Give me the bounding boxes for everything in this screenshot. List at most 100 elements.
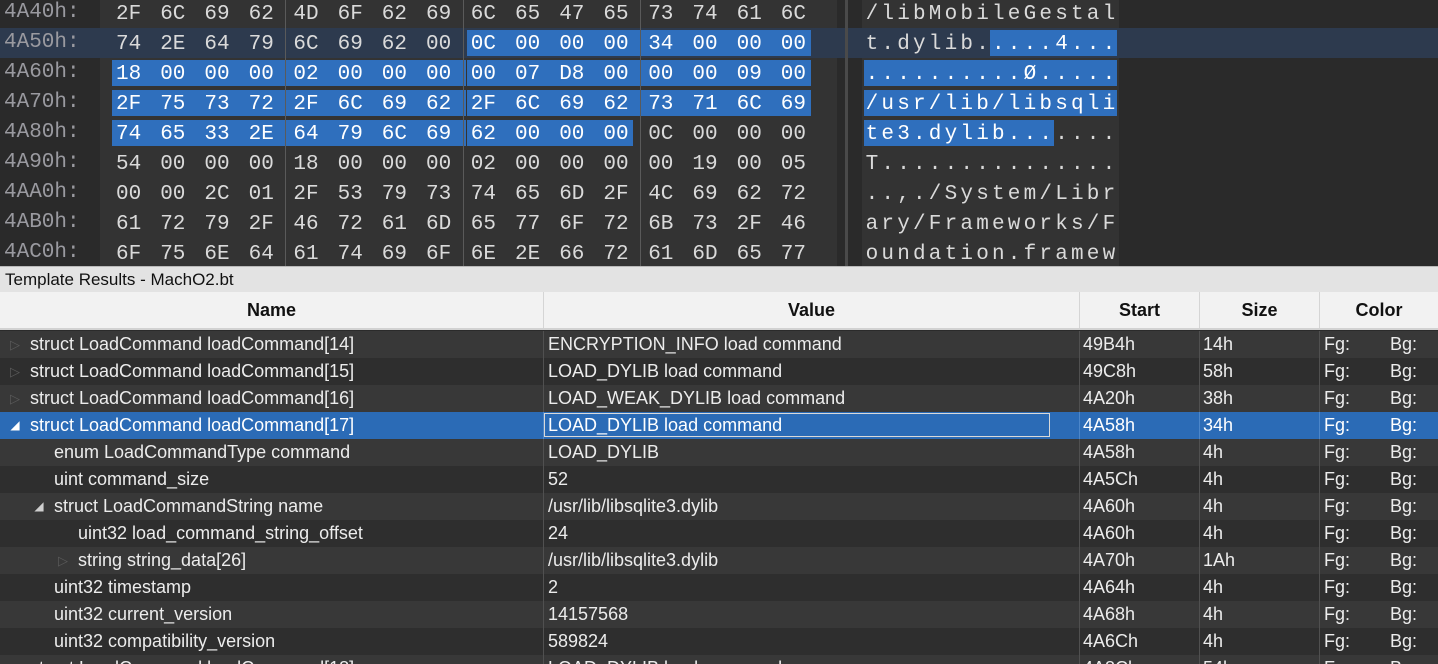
ascii-char[interactable]: . xyxy=(990,30,1007,56)
hex-byte[interactable]: 00 xyxy=(377,60,422,86)
ascii-char[interactable]: i xyxy=(1069,180,1085,206)
hex-byte[interactable]: 73 xyxy=(688,210,722,236)
hex-byte[interactable]: 72 xyxy=(244,90,289,116)
ascii-char[interactable]: / xyxy=(911,210,927,236)
ascii-char[interactable]: r xyxy=(1101,180,1117,206)
hex-byte[interactable]: 74 xyxy=(112,120,157,146)
hex-byte[interactable]: 2F xyxy=(289,90,334,116)
hex-byte[interactable]: 00 xyxy=(555,150,589,176)
ascii-char[interactable]: a xyxy=(959,210,975,236)
ascii-char[interactable]: . xyxy=(959,150,975,176)
tree-row[interactable]: uint command_size 52 4A5Ch 4h Fg: Bg: xyxy=(0,466,1438,493)
hex-byte[interactable]: 62 xyxy=(378,30,412,56)
ascii-char[interactable]: m xyxy=(1022,180,1038,206)
ascii-char[interactable]: l xyxy=(943,90,959,116)
hex-byte[interactable]: 66 xyxy=(555,240,589,266)
hex-byte[interactable]: 75 xyxy=(156,240,190,266)
template-results-tree[interactable]: ▷ struct LoadCommand loadCommand[14] ENCRY… xyxy=(0,331,1438,664)
ascii-char[interactable]: . xyxy=(864,180,880,206)
ascii-char[interactable]: . xyxy=(1085,150,1101,176)
hex-byte[interactable]: 00 xyxy=(644,60,689,86)
ascii-char[interactable]: . xyxy=(1022,120,1038,146)
hex-byte[interactable]: 74 xyxy=(688,0,722,26)
ascii-char[interactable]: y xyxy=(896,210,912,236)
tree-row[interactable]: uint32 load_command_string_offset 24 4A60h… xyxy=(0,520,1438,547)
hex-byte[interactable]: 00 xyxy=(688,60,733,86)
hex-byte[interactable]: 18 xyxy=(289,150,323,176)
ascii-char[interactable]: i xyxy=(1022,90,1038,116)
ascii-char[interactable]: . xyxy=(958,60,975,86)
ascii-char[interactable]: . xyxy=(990,150,1006,176)
hex-byte[interactable]: 64 xyxy=(245,240,279,266)
tree-row[interactable]: uint32 compatibility_version 589824 4A6Ch 4… xyxy=(0,628,1438,655)
hex-byte[interactable]: 6D xyxy=(422,210,456,236)
hex-byte[interactable]: 72 xyxy=(599,240,633,266)
ascii-char[interactable]: b xyxy=(911,0,927,26)
ascii-char[interactable]: . xyxy=(927,150,943,176)
ascii-char[interactable]: l xyxy=(880,0,896,26)
ascii-char[interactable]: a xyxy=(927,240,943,266)
tree-row[interactable]: uint32 current_version 14157568 4A68h 4h Fg:… xyxy=(0,601,1438,628)
column-header-name[interactable]: Name xyxy=(0,292,544,328)
ascii-char[interactable]: t xyxy=(990,180,1006,206)
ascii-char[interactable]: / xyxy=(927,180,943,206)
hex-byte[interactable]: 61 xyxy=(378,210,412,236)
hex-byte[interactable]: 6C xyxy=(333,90,378,116)
ascii-char[interactable]: t xyxy=(1069,0,1085,26)
hex-byte[interactable]: 02 xyxy=(289,60,334,86)
ascii-char[interactable]: L xyxy=(1054,180,1070,206)
ascii-char[interactable]: o xyxy=(943,0,959,26)
hex-byte[interactable]: 75 xyxy=(156,90,201,116)
hex-byte[interactable]: 00 xyxy=(422,30,456,56)
hex-byte[interactable]: 34 xyxy=(644,30,689,56)
hex-byte[interactable]: 2E xyxy=(511,240,545,266)
ascii-char[interactable]: / xyxy=(990,90,1007,116)
hex-byte[interactable]: 0C xyxy=(644,120,678,146)
ascii-char[interactable]: b xyxy=(974,90,991,116)
ascii-char[interactable]: y xyxy=(911,30,927,56)
ascii-char[interactable]: k xyxy=(1054,210,1070,236)
ascii-char[interactable]: e xyxy=(1006,180,1022,206)
ascii-char[interactable]: . xyxy=(1054,150,1070,176)
hex-byte[interactable]: 69 xyxy=(334,30,368,56)
ascii-char[interactable]: . xyxy=(896,150,912,176)
hex-byte[interactable]: 73 xyxy=(644,0,678,26)
hex-byte[interactable]: 00 xyxy=(156,150,190,176)
hex-byte[interactable]: 65 xyxy=(511,180,545,206)
hex-row[interactable]: 4A60h: 18 00 00 00 02 00 00 00 00 07 D8 00 00 00 09 00..… xyxy=(0,58,1438,88)
collapse-arrow-icon[interactable]: ◢ xyxy=(8,412,22,439)
hex-byte[interactable]: 4D xyxy=(289,0,323,26)
ascii-char[interactable]: a xyxy=(1085,0,1101,26)
hex-byte[interactable]: 0C xyxy=(466,30,511,56)
tree-row[interactable]: uint32 timestamp 2 4A64h 4h Fg: Bg: xyxy=(0,574,1438,601)
ascii-char[interactable]: . xyxy=(1101,120,1117,146)
ascii-char[interactable]: l xyxy=(958,120,975,146)
hex-byte[interactable]: 65 xyxy=(467,210,501,236)
ascii-char[interactable]: . xyxy=(1037,30,1054,56)
ascii-char[interactable]: / xyxy=(1038,180,1054,206)
hex-byte[interactable]: 61 xyxy=(733,0,767,26)
hex-byte[interactable]: 65 xyxy=(511,0,545,26)
hex-byte[interactable]: 00 xyxy=(599,60,644,86)
tree-row[interactable]: ▷ string string_data[26] /usr/lib/libsqlit… xyxy=(0,547,1438,574)
ascii-char[interactable]: d xyxy=(911,240,927,266)
hex-byte[interactable]: 00 xyxy=(555,30,600,56)
expand-arrow-icon[interactable]: ▷ xyxy=(8,358,22,385)
ascii-char[interactable]: . xyxy=(1069,30,1086,56)
hex-row[interactable]: 4A40h: 2F 6C 69 62 4D 6F 62 69 6C 65 47 65 73 74 61 6C / l… xyxy=(0,0,1438,28)
hex-byte[interactable]: 00 xyxy=(245,150,279,176)
hex-byte[interactable]: 69 xyxy=(200,0,234,26)
ascii-char[interactable]: o xyxy=(1022,210,1038,236)
ascii-char[interactable]: M xyxy=(927,0,943,26)
ascii-char[interactable]: / xyxy=(864,0,880,26)
tree-row[interactable]: ◢ struct LoadCommand loadCommand[17] LOAD_… xyxy=(0,412,1438,439)
ascii-char[interactable]: s xyxy=(1054,0,1070,26)
ascii-char[interactable]: . xyxy=(1085,60,1101,86)
ascii-char[interactable]: w xyxy=(1006,210,1022,236)
hex-byte[interactable]: 54 xyxy=(112,150,146,176)
ascii-char[interactable]: d xyxy=(927,120,943,146)
hex-byte[interactable]: 62 xyxy=(378,0,412,26)
hex-byte[interactable]: 19 xyxy=(688,150,722,176)
ascii-char[interactable]: m xyxy=(1069,240,1085,266)
ascii-char[interactable]: s xyxy=(975,180,991,206)
